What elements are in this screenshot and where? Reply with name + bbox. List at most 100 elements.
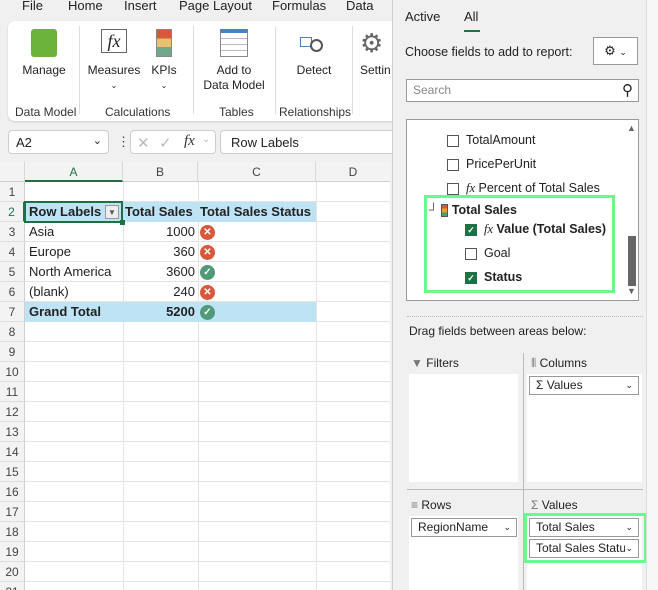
row-header[interactable]: 5 [0, 262, 25, 282]
row-label[interactable]: Europe [29, 242, 71, 262]
row-header[interactable]: 9 [0, 342, 25, 362]
status-cell[interactable]: ✕ [200, 282, 215, 302]
status-cell[interactable]: ✕ [200, 222, 215, 242]
detect-relationships-icon [300, 29, 328, 57]
status-cell[interactable]: ✓ [200, 302, 215, 322]
column-header-b[interactable]: B [123, 162, 198, 182]
select-all[interactable] [0, 162, 25, 182]
formula-content: Row Labels [231, 135, 299, 150]
total-sales-value[interactable]: 5200 [123, 302, 195, 322]
row-header[interactable]: 18 [0, 522, 25, 542]
fx-icon: fx [101, 29, 127, 53]
formula-input[interactable]: Row Labels [220, 130, 400, 154]
row-header[interactable]: 14 [0, 442, 25, 462]
table-icon [220, 29, 248, 57]
formula-controls: ✕ ✓ fx ⌄ [130, 130, 216, 154]
row-header[interactable]: 1 [0, 182, 25, 202]
settings-dropdown-button[interactable]: ⚙ ⌄ [593, 37, 638, 65]
row-header[interactable]: 13 [0, 422, 25, 442]
kpis-label: KPIs [151, 63, 177, 77]
worksheet-grid[interactable]: A B C D 12345678910111213141516171819202… [0, 162, 390, 590]
tab-active[interactable]: Active [405, 9, 440, 24]
checkbox[interactable] [447, 182, 459, 195]
row-label[interactable]: North America [29, 262, 111, 282]
name-box[interactable]: A2 ⌄ [8, 130, 109, 154]
row-header[interactable]: 11 [0, 382, 25, 402]
total-sales-value[interactable]: 3600 [123, 262, 195, 282]
scroll-down-icon[interactable]: ▼ [627, 286, 636, 296]
tab-insert[interactable]: Insert [124, 0, 157, 13]
row-header[interactable]: 2 [0, 202, 25, 222]
status-cell[interactable]: ✕ [200, 242, 215, 262]
x-circle-icon: ✕ [200, 285, 215, 301]
column-header-c[interactable]: C [198, 162, 316, 182]
tab-home[interactable]: Home [68, 0, 103, 13]
row-label[interactable]: Grand Total [29, 302, 101, 322]
tab-formulas[interactable]: Formulas [272, 0, 326, 13]
row-header[interactable]: 10 [0, 362, 25, 382]
row-header[interactable]: 15 [0, 462, 25, 482]
row-header[interactable]: 6 [0, 282, 25, 302]
field-percent-of-total-sales[interactable]: fx Percent of Total Sales [447, 181, 600, 196]
row-header[interactable]: 16 [0, 482, 25, 502]
measures-button[interactable]: fx Measures ⌄ [84, 29, 144, 93]
total-sales-value[interactable]: 360 [123, 242, 195, 262]
group-relationships: Relationships [279, 105, 352, 119]
columns-area[interactable]: Σ Values ⌄ [527, 374, 642, 482]
chevron-down-icon: ⌄ [92, 135, 102, 147]
filters-area[interactable] [409, 374, 518, 482]
enter-icon[interactable]: ✓ [159, 134, 172, 152]
row-header[interactable]: 8 [0, 322, 25, 342]
row-header[interactable]: 17 [0, 502, 25, 522]
row-label[interactable]: (blank) [29, 282, 69, 302]
check-circle-icon: ✓ [200, 305, 215, 321]
columns-area-label: ⦀ Columns [531, 356, 587, 370]
field-totalamount[interactable]: TotalAmount [447, 133, 535, 147]
rows-item-regionname[interactable]: RegionName ⌄ [411, 518, 517, 537]
checkbox[interactable] [447, 158, 459, 171]
tab-all[interactable]: All [464, 9, 478, 24]
kpis-button[interactable]: KPIs ⌄ [146, 29, 182, 93]
status-cell[interactable]: ✓ [200, 262, 215, 282]
scrollbar-thumb[interactable] [628, 236, 636, 286]
selected-cell-a2[interactable] [24, 201, 123, 223]
column-header-a[interactable]: A [25, 162, 123, 182]
insert-function-icon[interactable]: fx [184, 133, 195, 150]
pivot-header-total-sales: Total Sales [125, 204, 193, 219]
scroll-up-icon[interactable]: ▲ [627, 123, 636, 133]
search-icon: ⚲ [622, 82, 633, 99]
add-to-data-model-button[interactable]: Add to Data Model [198, 29, 270, 93]
row-header[interactable]: 12 [0, 402, 25, 422]
manage-label: Manage [22, 63, 66, 77]
row-header[interactable]: 7 [0, 302, 25, 322]
total-sales-value[interactable]: 240 [123, 282, 195, 302]
tab-page-layout[interactable]: Page Layout [179, 0, 252, 13]
group-data-model: Data Model [15, 105, 77, 119]
row-label[interactable]: Asia [29, 222, 54, 242]
active-tab-indicator [464, 30, 480, 32]
row-header[interactable]: 19 [0, 542, 25, 562]
kpi-highlight [424, 195, 615, 293]
column-header-d[interactable]: D [316, 162, 390, 182]
total-sales-value[interactable]: 1000 [123, 222, 195, 242]
tab-file[interactable]: File [22, 0, 43, 13]
gear-icon: ⚙ [604, 43, 616, 58]
columns-item-values[interactable]: Σ Values ⌄ [529, 376, 639, 395]
add-to-label: Add to [216, 63, 252, 77]
search-input[interactable]: Search ⚲ [406, 79, 639, 102]
tab-data[interactable]: Data [346, 0, 373, 13]
manage-button[interactable]: Manage [14, 29, 74, 78]
x-circle-icon: ✕ [200, 225, 215, 241]
more-icon[interactable]: ⋮ [117, 134, 130, 150]
detect-button[interactable]: Detect [284, 29, 344, 78]
field-priceperunit[interactable]: PricePerUnit [447, 157, 536, 171]
row-header[interactable]: 20 [0, 562, 25, 582]
checkbox[interactable] [447, 134, 459, 147]
kpi-icon [156, 29, 172, 57]
row-header[interactable]: 3 [0, 222, 25, 242]
row-header[interactable]: 21 [0, 582, 25, 590]
rows-area[interactable]: RegionName ⌄ [409, 516, 518, 590]
cancel-icon[interactable]: ✕ [137, 134, 150, 152]
row-header[interactable]: 4 [0, 242, 25, 262]
ribbon: Manage fx Measures ⌄ KPIs ⌄ Add to Data … [8, 21, 398, 121]
